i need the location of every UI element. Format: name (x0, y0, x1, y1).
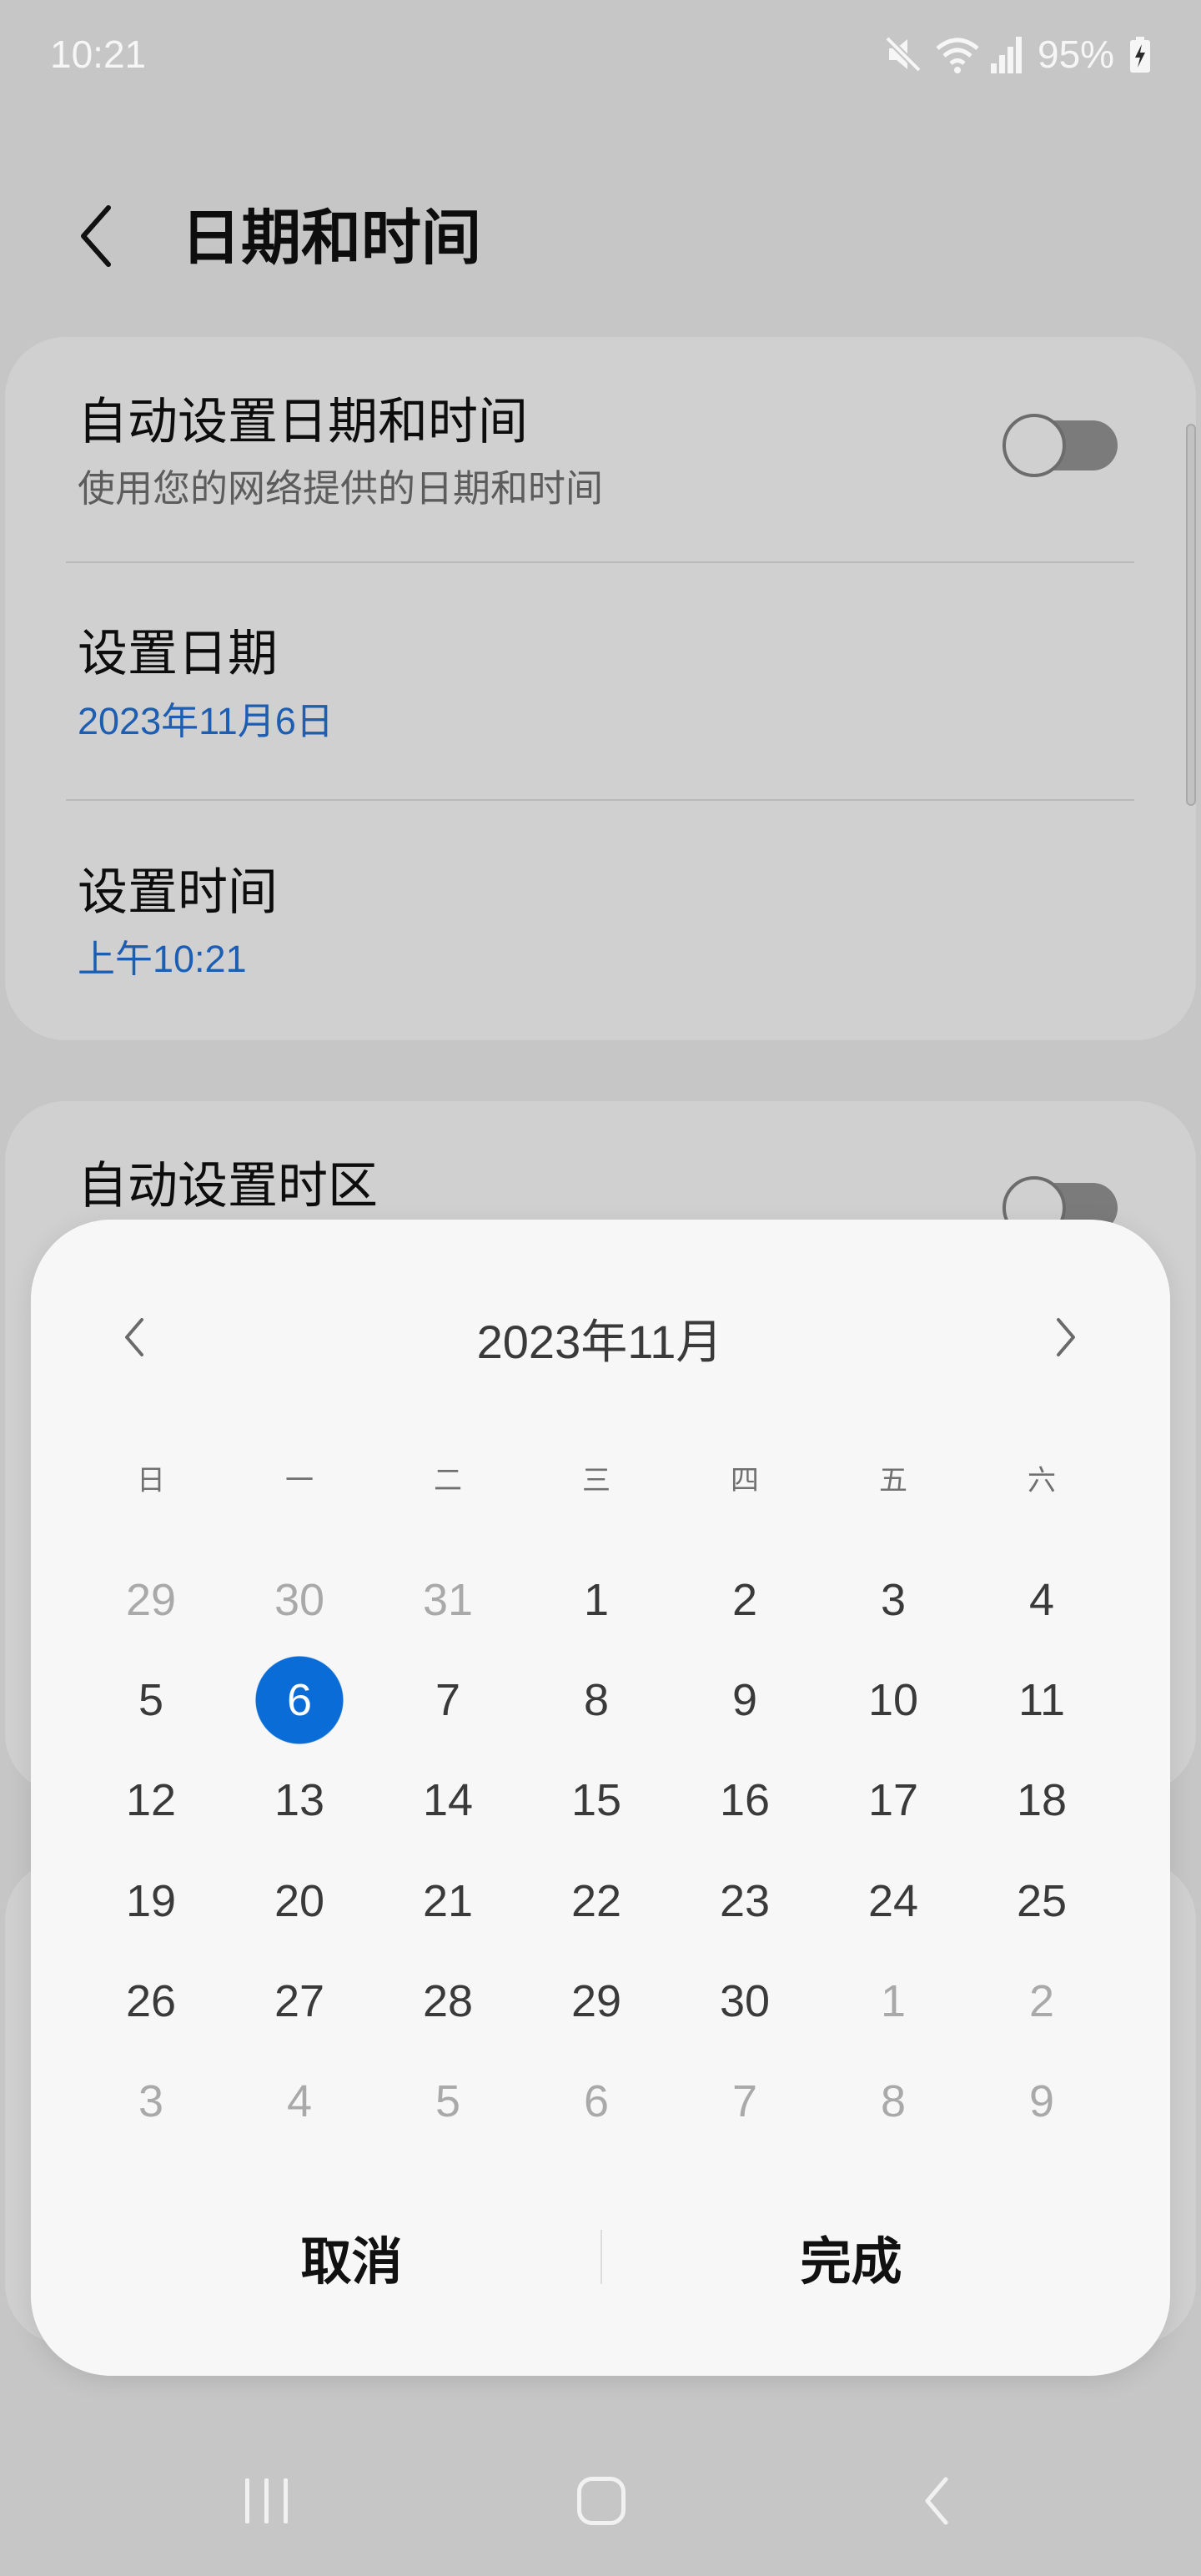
date-cell[interactable]: 9 (992, 2055, 1092, 2147)
date-cell[interactable]: 2 (695, 1554, 795, 1646)
wifi-icon (934, 32, 981, 75)
date-cell[interactable]: 23 (695, 1855, 795, 1947)
date-cell[interactable]: 1 (546, 1554, 646, 1646)
chevron-left-icon (125, 1318, 143, 1356)
set-date-row[interactable]: 设置日期 2023年11月6日 (5, 562, 1196, 800)
date-cell[interactable]: 7 (398, 1654, 498, 1746)
date-cell[interactable]: 18 (992, 1754, 1092, 1846)
battery-charging-icon (1129, 37, 1151, 73)
date-cell-selected[interactable]: 6 (249, 1654, 349, 1746)
signal-icon (989, 35, 1026, 73)
weekday-label: 三 (582, 1465, 611, 1497)
date-cell[interactable]: 21 (398, 1855, 498, 1947)
home-icon (577, 2477, 626, 2525)
auto-datetime-toggle[interactable] (1003, 414, 1123, 477)
auto-timezone-title: 自动设置时区 (78, 1158, 378, 1214)
set-time-row[interactable]: 设置时间 上午10:21 (5, 800, 1196, 1040)
date-cell[interactable]: 4 (992, 1554, 1092, 1646)
auto-datetime-row[interactable]: 自动设置日期和时间 使用您的网络提供的日期和时间 (5, 337, 1196, 562)
status-time: 10:21 (50, 33, 147, 76)
month-label[interactable]: 2023年11月 (349, 1314, 850, 1371)
date-cell[interactable]: 20 (249, 1855, 349, 1947)
date-cell[interactable]: 28 (398, 1955, 498, 2047)
set-time-title: 设置时间 (78, 864, 278, 920)
recent-apps-button[interactable] (224, 2468, 308, 2534)
date-cell[interactable]: 1 (843, 1955, 943, 2047)
date-cell[interactable]: 6 (546, 2055, 646, 2147)
date-cell[interactable]: 13 (249, 1754, 349, 1846)
set-date-value: 2023年11月6日 (78, 700, 334, 742)
recent-apps-icon (238, 2478, 295, 2523)
mute-icon (882, 33, 924, 75)
auto-datetime-subtitle: 使用您的网络提供的日期和时间 (78, 467, 604, 510)
date-cell[interactable]: 5 (398, 2055, 498, 2147)
date-cell[interactable]: 4 (249, 2055, 349, 2147)
weekday-label: 二 (434, 1465, 462, 1497)
home-button[interactable] (560, 2468, 643, 2534)
date-cell[interactable]: 10 (843, 1654, 943, 1746)
page-title: 日期和时间 (181, 205, 482, 272)
weekday-label: 一 (285, 1465, 314, 1497)
auto-datetime-title: 自动设置日期和时间 (78, 394, 528, 450)
date-cell[interactable]: 31 (398, 1554, 498, 1646)
weekday-label: 日 (137, 1465, 165, 1497)
back-chevron-icon (81, 205, 111, 267)
date-cell[interactable]: 16 (695, 1754, 795, 1846)
weekday-label: 四 (731, 1465, 759, 1497)
nav-back-button[interactable] (895, 2468, 978, 2534)
date-picker-dialog: 2023年11月 日一二三四五六 29 30 31 1 2 3 4 5 6 7 8 9 10 11 12 13… (31, 1220, 1170, 2376)
scrollbar[interactable] (1186, 424, 1196, 806)
battery-percent: 95% (1038, 33, 1115, 76)
chevron-right-icon (1057, 1318, 1075, 1356)
date-cell[interactable]: 12 (101, 1754, 201, 1846)
date-cell[interactable]: 8 (843, 2055, 943, 2147)
date-cell[interactable]: 19 (101, 1855, 201, 1947)
back-icon (925, 2477, 948, 2525)
prev-month-button[interactable] (109, 1304, 159, 1371)
date-cell[interactable]: 29 (546, 1955, 646, 2047)
set-date-title: 设置日期 (78, 626, 278, 682)
date-cell[interactable]: 5 (101, 1654, 201, 1746)
date-cell[interactable]: 3 (843, 1554, 943, 1646)
date-cell[interactable]: 30 (695, 1955, 795, 2047)
date-cell[interactable]: 24 (843, 1855, 943, 1947)
done-button[interactable]: 完成 (602, 2211, 1100, 2312)
weekday-label: 六 (1028, 1465, 1056, 1497)
date-cell[interactable]: 9 (695, 1654, 795, 1746)
back-button[interactable] (72, 202, 122, 270)
date-cell[interactable]: 2 (992, 1955, 1092, 2047)
date-cell[interactable]: 11 (992, 1654, 1092, 1746)
toggle-knob (1003, 414, 1066, 477)
date-cell[interactable]: 7 (695, 2055, 795, 2147)
date-cell[interactable]: 22 (546, 1855, 646, 1947)
next-month-button[interactable] (1041, 1304, 1091, 1371)
date-cell[interactable]: 17 (843, 1754, 943, 1846)
date-cell[interactable]: 25 (992, 1855, 1092, 1947)
date-cell[interactable]: 30 (249, 1554, 349, 1646)
set-time-value: 上午10:21 (78, 938, 247, 980)
date-cell[interactable]: 15 (546, 1754, 646, 1846)
date-cell[interactable]: 26 (101, 1955, 201, 2047)
date-cell[interactable]: 3 (101, 2055, 201, 2147)
date-cell[interactable]: 29 (101, 1554, 201, 1646)
date-cell[interactable]: 27 (249, 1955, 349, 2047)
cancel-button[interactable]: 取消 (103, 2211, 600, 2312)
date-cell[interactable]: 14 (398, 1754, 498, 1846)
date-cell[interactable]: 8 (546, 1654, 646, 1746)
weekday-label: 五 (879, 1465, 907, 1497)
